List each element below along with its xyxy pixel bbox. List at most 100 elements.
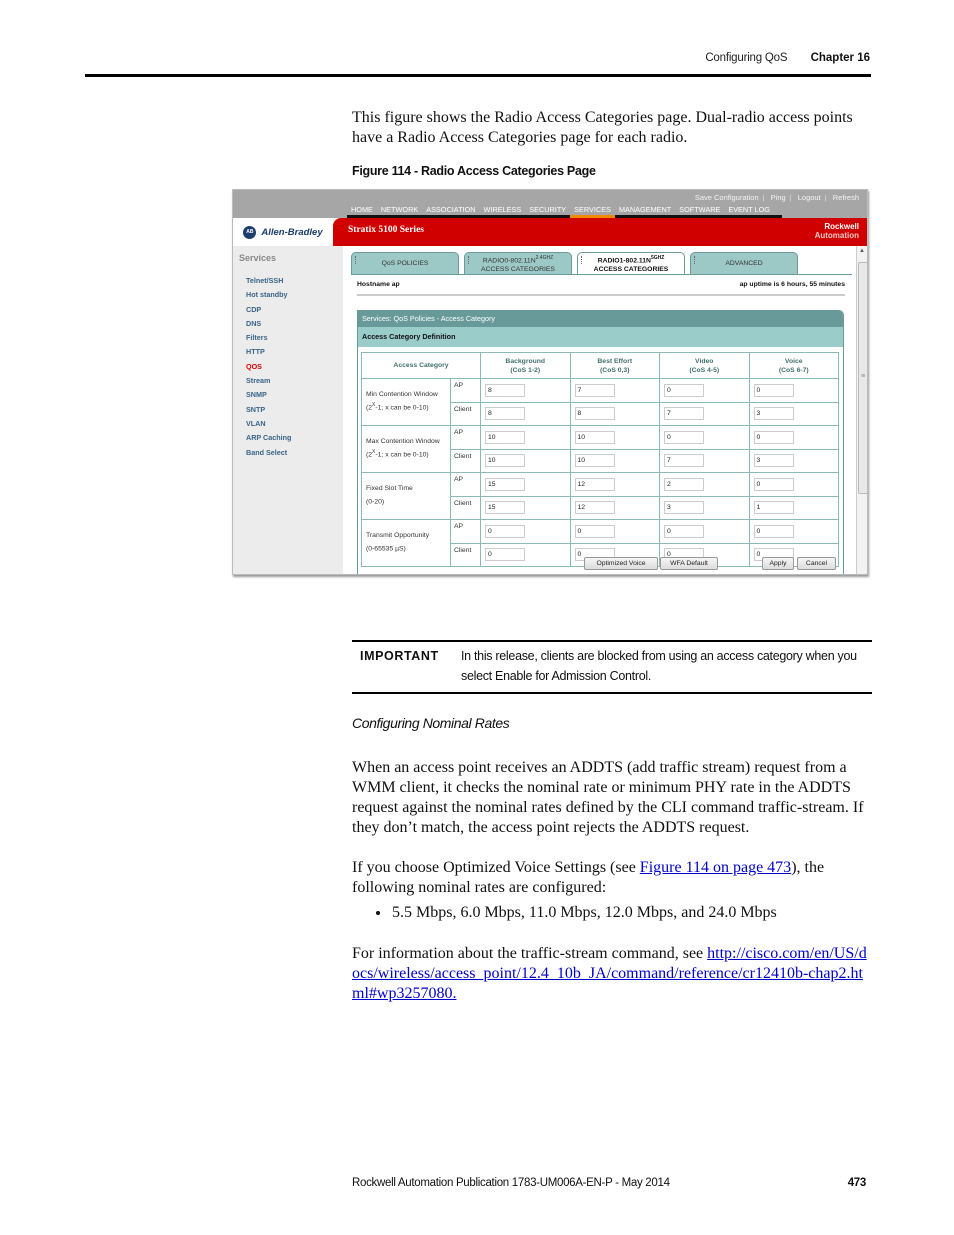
- table-header-row: Access Category Background (CoS 1-2) Best…: [361, 352, 839, 379]
- nav-management[interactable]: MANAGEMENT: [614, 204, 676, 218]
- value-input[interactable]: 2: [664, 477, 704, 491]
- value-input[interactable]: 15: [485, 501, 525, 515]
- header-background: Background (CoS 1-2): [480, 352, 571, 379]
- top-bar: Save Configuration | Ping | Logout | Refres…: [233, 190, 867, 218]
- value-input[interactable]: 15: [485, 477, 525, 491]
- nav-association[interactable]: ASSOCIATION: [422, 204, 480, 218]
- sidebar-item-telnet-ssh[interactable]: Telnet/SSH: [246, 276, 291, 290]
- sidebar-item-arp-caching[interactable]: ARP Caching: [246, 433, 291, 447]
- sidebar-item-stream[interactable]: Stream: [246, 376, 291, 390]
- optimized-voice-button[interactable]: Optimized Voice: [584, 557, 658, 570]
- header-access-category: Access Category: [361, 352, 481, 379]
- value-cell: 10: [480, 448, 571, 473]
- value-input[interactable]: 3: [664, 501, 704, 515]
- value-input[interactable]: 7: [664, 454, 704, 468]
- tab-bar: QoS POLICIES RADIO0-802.11N2.4GHZ ACCESS …: [351, 252, 803, 275]
- value-input[interactable]: 12: [574, 477, 615, 491]
- nav-software[interactable]: SOFTWARE: [675, 204, 725, 218]
- scroll-thumb[interactable]: ≡: [858, 262, 867, 494]
- value-input[interactable]: 0: [574, 524, 615, 538]
- sidebar: Services Telnet/SSH Hot standby CDP DNS …: [233, 246, 343, 574]
- value-cell: 2: [659, 472, 750, 497]
- value-input[interactable]: 0: [753, 477, 794, 491]
- vertical-scrollbar[interactable]: ▲ ≡: [856, 246, 867, 574]
- value-input[interactable]: 12: [574, 501, 615, 515]
- value-input[interactable]: 8: [485, 407, 525, 421]
- tab-advanced[interactable]: ADVANCED: [690, 252, 798, 275]
- value-input[interactable]: 7: [574, 383, 615, 397]
- nav-event-log[interactable]: EVENT LOG: [724, 204, 774, 218]
- value-input[interactable]: 10: [485, 430, 525, 444]
- sidebar-item-filters[interactable]: Filters: [246, 333, 291, 347]
- role-label: Client: [450, 542, 481, 567]
- panel-subtitle: Access Category Definition: [358, 327, 843, 347]
- bullet-text: 5.5 Mbps, 6.0 Mbps, 11.0 Mbps, 12.0 Mbps…: [392, 904, 777, 921]
- value-input[interactable]: 3: [753, 454, 794, 468]
- section-subheading: Configuring Nominal Rates: [352, 715, 510, 731]
- panel-title: Services: QoS Policies - Access Category: [358, 311, 843, 327]
- sidebar-item-snmp[interactable]: SNMP: [246, 390, 291, 404]
- figure-screenshot: Save Configuration | Ping | Logout | Refres…: [232, 189, 868, 575]
- ab-badge-icon: AB: [243, 225, 257, 239]
- parameter-label: Transmit Opportunity (0-65535 µS): [361, 519, 451, 567]
- parameter-label: Fixed Slot Time (0-20): [361, 472, 451, 520]
- tab-radio0-access-categories[interactable]: RADIO0-802.11N2.4GHZ ACCESS CATEGORIES: [464, 252, 572, 275]
- scroll-up-arrow-icon[interactable]: ▲: [859, 248, 865, 254]
- value-input[interactable]: 0: [485, 548, 525, 562]
- sidebar-item-hot-standby[interactable]: Hot standby: [246, 290, 291, 304]
- value-input[interactable]: 3: [753, 407, 794, 421]
- save-configuration-link[interactable]: Save Configuration: [695, 193, 759, 202]
- value-input[interactable]: 0: [664, 383, 704, 397]
- logout-link[interactable]: Logout: [798, 193, 821, 202]
- value-input[interactable]: 7: [664, 407, 704, 421]
- value-input[interactable]: 8: [485, 383, 525, 397]
- sidebar-item-qos[interactable]: QOS: [246, 362, 291, 376]
- tab-radio1-access-categories[interactable]: RADIO1-802.11N5GHZ ACCESS CATEGORIES: [577, 252, 685, 275]
- nav-home[interactable]: HOME: [347, 204, 377, 218]
- value-cell: 0: [748, 472, 839, 497]
- value-input[interactable]: 0: [753, 383, 794, 397]
- value-cell: 7: [569, 378, 660, 403]
- wfa-default-button[interactable]: WFA Default: [660, 557, 718, 570]
- figure-114-link[interactable]: Figure 114 on page 473: [640, 859, 791, 876]
- sidebar-item-vlan[interactable]: VLAN: [246, 419, 291, 433]
- nav-security[interactable]: SECURITY: [525, 204, 571, 218]
- value-input[interactable]: 0: [753, 430, 794, 444]
- sidebar-item-http[interactable]: HTTP: [246, 347, 291, 361]
- optimized-voice-paragraph: If you choose Optimized Voice Settings (…: [352, 858, 872, 898]
- sidebar-item-band-select[interactable]: Band Select: [246, 448, 291, 462]
- value-input[interactable]: 0: [664, 524, 704, 538]
- value-cell: 15: [480, 472, 571, 497]
- traffic-stream-paragraph: For information about the traffic-stream…: [352, 944, 872, 1004]
- value-input[interactable]: 10: [485, 454, 525, 468]
- nav-services[interactable]: SERVICES: [570, 204, 615, 218]
- tab-band: 5GHZ: [650, 255, 665, 262]
- chapter-label: Chapter 16: [810, 52, 870, 64]
- apply-button[interactable]: Apply: [762, 557, 794, 570]
- sidebar-item-sntp[interactable]: SNTP: [246, 405, 291, 419]
- value-input[interactable]: 0: [485, 524, 525, 538]
- value-input[interactable]: 10: [574, 430, 615, 444]
- value-input[interactable]: 0: [664, 430, 704, 444]
- value-input[interactable]: 10: [574, 454, 615, 468]
- value-input[interactable]: 1: [753, 501, 794, 515]
- table-row: Fixed Slot Time (0-20) AP 15 12 2 0: [361, 472, 839, 520]
- product-name: Stratix 5100 Series: [348, 225, 424, 235]
- scroll-grip-icon: ≡: [861, 373, 866, 380]
- cancel-button[interactable]: Cancel: [797, 557, 836, 570]
- figure-caption: Figure 114 - Radio Access Categories Pag…: [352, 164, 596, 178]
- value-cell: 7: [659, 448, 750, 473]
- nav-network[interactable]: NETWORK: [376, 204, 423, 218]
- value-input[interactable]: 8: [574, 407, 615, 421]
- nav-wireless[interactable]: WIRELESS: [479, 204, 526, 218]
- host-divider: [357, 294, 845, 296]
- ping-link[interactable]: Ping: [771, 193, 786, 202]
- section-title: Configuring QoS: [705, 52, 788, 64]
- allen-bradley-logo: AB Allen-Bradley: [233, 218, 333, 246]
- value-input[interactable]: 0: [753, 524, 794, 538]
- sidebar-item-dns[interactable]: DNS: [246, 319, 291, 333]
- refresh-link[interactable]: Refresh: [833, 193, 859, 202]
- tab-qos-policies[interactable]: QoS POLICIES: [351, 252, 459, 275]
- sidebar-item-cdp[interactable]: CDP: [246, 305, 291, 319]
- value-cell: 0: [659, 425, 750, 450]
